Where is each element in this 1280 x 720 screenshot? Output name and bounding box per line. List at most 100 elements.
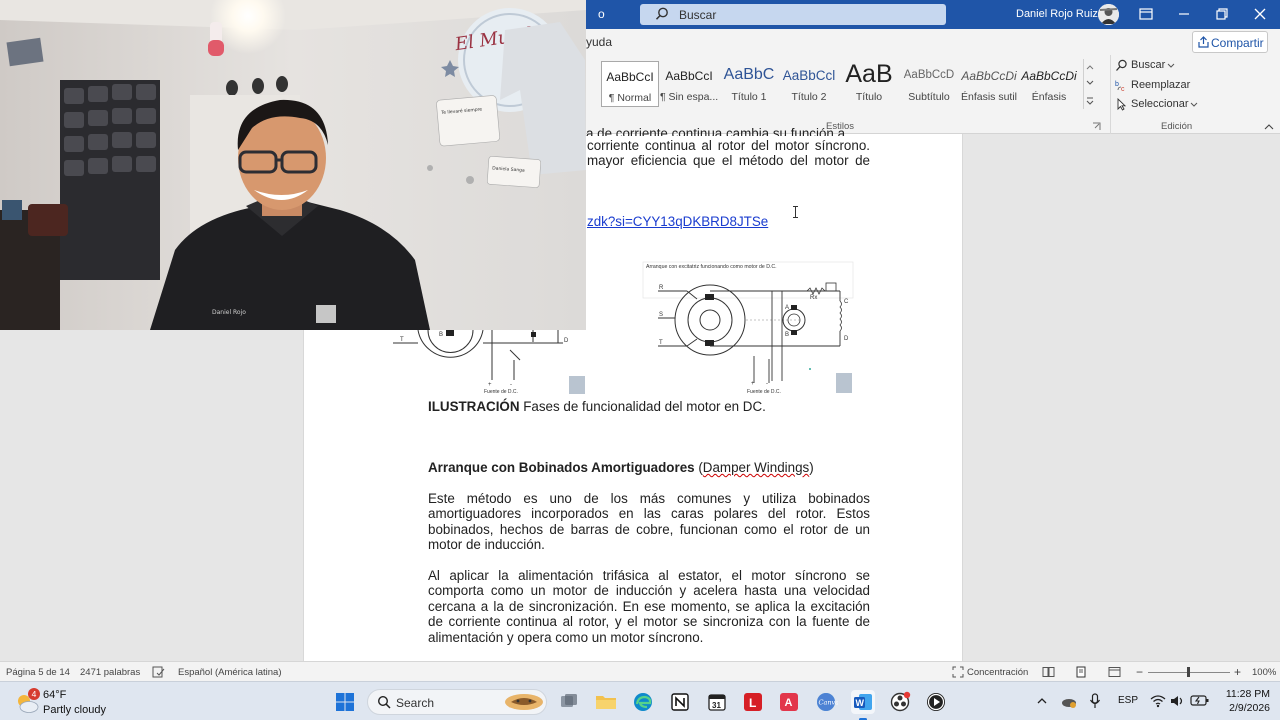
- proofing-icon[interactable]: [152, 666, 165, 678]
- svg-text:Daniel Rojo: Daniel Rojo: [212, 309, 246, 316]
- figure-right-title: Arranque con excitatriz funcionando como…: [646, 264, 777, 270]
- chevron-up-icon[interactable]: [1264, 123, 1274, 131]
- text-line: comporta como un motor de inducción y ac…: [428, 583, 870, 599]
- system-clock[interactable]: 11:28 PM 2/9/2026: [1214, 687, 1270, 715]
- style-sample: AaBbCcDi: [1021, 69, 1077, 83]
- volume-icon[interactable]: [1170, 694, 1186, 708]
- taskbar-word[interactable]: W: [851, 690, 875, 720]
- word-count[interactable]: 2471 palabras: [80, 667, 140, 678]
- tray-overflow-chevron-icon[interactable]: [1036, 696, 1048, 706]
- style-title[interactable]: AaB Título: [840, 60, 898, 107]
- close-button[interactable]: [1248, 3, 1272, 25]
- task-view-icon: [561, 694, 577, 707]
- folder-icon: [596, 696, 616, 709]
- zoom-out-button[interactable]: −: [1136, 665, 1143, 679]
- zoom-in-button[interactable]: +: [1234, 665, 1241, 679]
- start-button[interactable]: [333, 690, 357, 714]
- print-layout-icon[interactable]: [1075, 666, 1087, 678]
- webcam-overlay[interactable]: El Mundo D Te llevaré siempre Daniela Sa…: [0, 0, 586, 330]
- ribbon-display-button[interactable]: [1134, 3, 1158, 25]
- battery-icon[interactable]: [1190, 693, 1210, 707]
- taskbar-obs[interactable]: [888, 690, 912, 714]
- figure-right-label-r: R: [659, 285, 664, 291]
- user-avatar[interactable]: [1098, 4, 1119, 25]
- zoom-slider-thumb[interactable]: [1187, 667, 1190, 677]
- section-heading[interactable]: Arranque con Bobinados Amortiguadores (D…: [428, 460, 814, 475]
- page-count[interactable]: Página 5 de 14: [6, 667, 70, 678]
- weather-badge: 4: [28, 688, 40, 700]
- user-name[interactable]: Daniel Rojo Ruiz: [1016, 8, 1098, 20]
- minimize-button[interactable]: [1172, 3, 1196, 25]
- search-highlight-icon: [505, 694, 543, 710]
- figure-left-label-b: B: [439, 332, 443, 338]
- windows-icon: [336, 693, 354, 711]
- chevron-up-icon: [1086, 65, 1094, 70]
- input-language[interactable]: ESP: [1118, 695, 1138, 706]
- taskbar-acrobat[interactable]: A: [777, 690, 801, 714]
- search-icon: [377, 695, 391, 709]
- taskbar-canva[interactable]: Canva: [814, 690, 839, 714]
- play-icon: [927, 693, 945, 711]
- taskbar-notion[interactable]: [668, 690, 692, 714]
- share-button[interactable]: Compartir: [1192, 31, 1268, 53]
- restore-button[interactable]: [1210, 3, 1234, 25]
- taskbar-file-explorer[interactable]: [594, 690, 618, 714]
- svg-text:b: b: [1115, 81, 1119, 88]
- weather-condition: Partly cloudy: [43, 704, 106, 716]
- status-bar: Página 5 de 14 2471 palabras Español (Am…: [0, 661, 1280, 681]
- taskbar-calendar[interactable]: 31: [705, 690, 729, 714]
- dialog-launcher-icon[interactable]: [1092, 122, 1101, 131]
- style-name: Título: [855, 91, 883, 103]
- replace-label: Reemplazar: [1131, 79, 1191, 91]
- read-mode-icon[interactable]: [1042, 666, 1055, 678]
- style-subtle-emphasis[interactable]: AaBbCcDi Énfasis sutil: [960, 61, 1018, 107]
- microphone-icon[interactable]: [1089, 693, 1101, 709]
- title-search-box[interactable]: Buscar: [640, 4, 946, 25]
- focus-icon[interactable]: [952, 666, 964, 678]
- taskbar-task-view[interactable]: [557, 690, 581, 714]
- svg-text:W: W: [856, 698, 865, 708]
- clock-date: 2/9/2026: [1229, 702, 1270, 714]
- style-heading-1[interactable]: AaBbC Título 1: [720, 61, 778, 107]
- style-normal[interactable]: AaBbCcI ¶ Normal: [601, 61, 659, 107]
- style-name: ¶ Sin espa...: [660, 91, 718, 103]
- svg-text:A: A: [785, 697, 793, 709]
- weather-widget[interactable]: 4 64°F Partly cloudy: [14, 686, 124, 718]
- style-name: Énfasis sutil: [960, 91, 1018, 103]
- text-line: amortiguadores incorporados en las caras…: [428, 506, 870, 522]
- hyperlink[interactable]: zdk?si=CYY13qDKBRD8JTSe: [587, 214, 768, 229]
- style-sample: AaBbCcl: [782, 68, 836, 83]
- language-indicator[interactable]: Español (América latina): [178, 667, 282, 678]
- paragraph-2[interactable]: Al aplicar la alimentación trifásica al …: [428, 568, 870, 645]
- text-line: alimentación y opera como un motor síncr…: [428, 629, 704, 645]
- paragraph-top[interactable]: corriente continua al rotor del motor sí…: [587, 138, 870, 169]
- figure-right-label-a: A: [785, 305, 789, 311]
- style-subtitle[interactable]: AaBbCcD Subtítulo: [900, 61, 958, 107]
- figure-caption[interactable]: ILUSTRACIÓN Fases de funcionalidad del m…: [428, 399, 766, 414]
- tab-help[interactable]: yuda: [586, 35, 612, 49]
- clock-time: 11:28 PM: [1225, 688, 1270, 700]
- taskbar-app-l[interactable]: L: [741, 690, 765, 714]
- style-no-spacing[interactable]: AaBbCcI ¶ Sin espa...: [660, 61, 718, 107]
- styles-gallery-scroll[interactable]: [1083, 59, 1095, 109]
- style-emphasis[interactable]: AaBbCcDi Énfasis: [1020, 61, 1078, 107]
- figure-right-source-label: Fuente de D.C.: [747, 389, 781, 395]
- taskbar-search-label: Search: [396, 696, 435, 710]
- taskbar-edge[interactable]: [631, 690, 655, 714]
- style-sample: AaB: [845, 60, 893, 88]
- replace-icon: bc: [1115, 81, 1125, 92]
- taskbar-search[interactable]: Search: [367, 689, 547, 715]
- paragraph-1[interactable]: Este método es uno de los más comunes y …: [428, 491, 870, 553]
- focus-mode-button[interactable]: Concentración: [967, 667, 1028, 678]
- notion-icon: [671, 693, 689, 711]
- web-layout-icon[interactable]: [1108, 666, 1121, 678]
- wifi-icon[interactable]: [1150, 694, 1166, 708]
- zoom-level[interactable]: 100%: [1252, 667, 1276, 678]
- acrobat-icon: A: [780, 693, 798, 711]
- taskbar-media-player[interactable]: [924, 690, 948, 714]
- onedrive-icon[interactable]: [1060, 693, 1078, 709]
- caption-text: Fases de funcionalidad del motor en DC.: [519, 399, 766, 414]
- figure-left-label-d: D: [564, 338, 569, 344]
- style-heading-2[interactable]: AaBbCcl Título 2: [780, 61, 838, 107]
- partially-hidden-line: a de corriente continua cambia su funció…: [586, 126, 846, 136]
